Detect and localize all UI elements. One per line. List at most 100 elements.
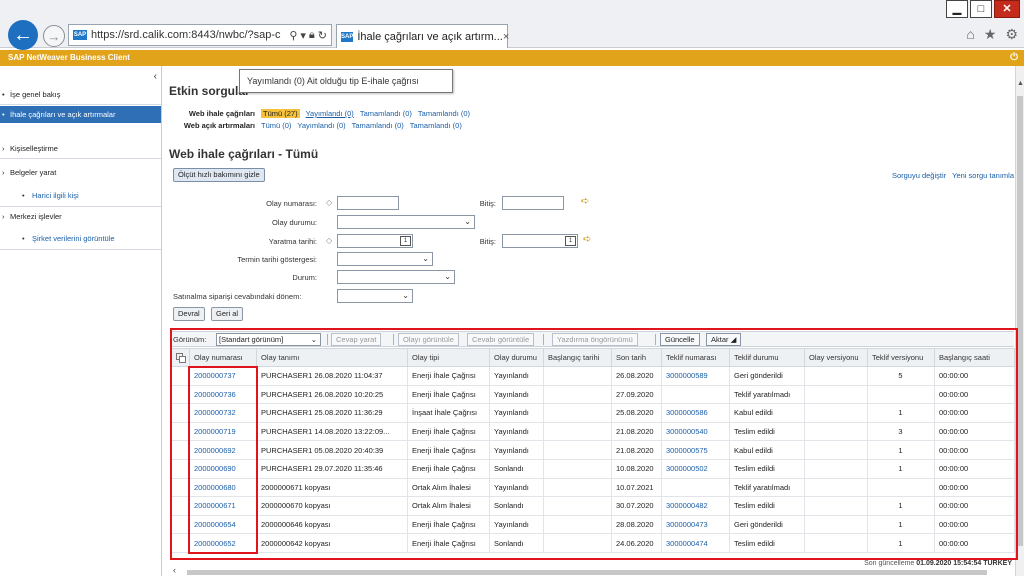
olay-numarasi-link[interactable]: 2000000736 [189,384,257,405]
table-row[interactable]: 2000000690 PURCHASER1 29.07.2020 11:35:4… [171,458,1015,479]
row-selector[interactable] [171,403,190,423]
sidebar-item-merkezi-islevler[interactable]: › Merkezi işlevler [0,212,161,221]
query-link-tumu[interactable]: Tümü (0) [261,121,291,130]
query-link-tamamlandi[interactable]: Tamamlandı (0) [352,121,404,130]
satinalma-donem-select[interactable]: ⌄ [337,289,413,303]
olayi-goruntule-button[interactable]: Olayı görüntüle [398,333,459,346]
tab-close-icon[interactable]: × [503,31,514,43]
table-row[interactable]: 2000000692 PURCHASER1 05.08.2020 20:40:3… [171,440,1015,460]
olay-numarasi-link[interactable]: 2000000690 [189,458,257,479]
hide-criteria-button[interactable]: Ölçüt hızlı bakımını gizle [173,168,265,182]
olay-numarasi-input[interactable] [337,196,399,210]
olay-numarasi-link[interactable]: 2000000737 [189,366,257,386]
teklif-numarasi-link[interactable]: 3000000589 [661,366,730,386]
guncelle-button[interactable]: Güncelle [660,333,700,346]
termin-tarihi-select[interactable]: ⌄ [337,252,433,266]
row-selector[interactable] [171,496,190,516]
row-selector[interactable] [171,458,190,479]
column-header-olay-numarasi[interactable]: Olay numarası [189,348,257,367]
address-bar[interactable]: SAP https://srd.calik.com:8443/nwbc/?sap… [68,24,332,46]
query-link-tumu[interactable]: Tümü (27) [261,109,300,118]
gear-icon[interactable]: ⚙ [1005,26,1018,43]
vertical-scrollbar[interactable]: ▲ [1015,66,1024,576]
geri-al-button[interactable]: Geri al [211,307,244,321]
sidebar-item-sirket-verileri[interactable]: • Şirket verilerini görüntüle [0,234,161,243]
row-selector[interactable] [171,421,190,442]
olay-numarasi-link[interactable]: 2000000671 [189,496,257,516]
sidebar-item-ihale-cagrilari[interactable]: • İhale çağrıları ve açık artırmalar [0,106,161,123]
row-selector[interactable] [171,533,190,553]
table-row[interactable]: 2000000652 2000000642 kopyası Enerji İha… [171,533,1015,553]
close-icon[interactable]: ✕ [994,0,1020,18]
select-option-icon[interactable]: ◇ [326,198,332,207]
olay-numarasi-link[interactable]: 2000000652 [189,533,257,553]
browser-tab[interactable]: SAP İhale çağrıları ve açık artırm... × [336,24,509,48]
scrollbar-thumb[interactable] [1017,96,1023,546]
table-row[interactable]: 2000000680 2000000671 kopyası Ortak Alım… [171,477,1015,498]
table-row[interactable]: 2000000736 PURCHASER1 26.08.2020 10:20:2… [171,384,1015,405]
refresh-icon[interactable]: ↻ [318,29,327,42]
row-selector[interactable] [171,514,190,535]
row-selector[interactable] [171,366,190,386]
query-link-tamamlandi-2[interactable]: Tamamlandı (0) [418,109,470,118]
column-header-son-tarih[interactable]: Son tarih [611,348,662,367]
yazdirma-ongorunumu-button[interactable]: Yazdırma öngörünümü [552,333,638,346]
olay-durumu-select[interactable]: ⌄ [337,215,475,229]
select-option-icon[interactable]: ◇ [326,236,332,245]
column-header-teklif-numarasi[interactable]: Teklif numarası [661,348,730,367]
sidebar-item-kisisellestirme[interactable]: › Kişiselleştirme [0,144,161,153]
scroll-up-icon[interactable]: ▲ [1016,80,1024,87]
sidebar-item-belgeler-yarat[interactable]: › Belgeler yarat [0,168,161,177]
teklif-numarasi-link[interactable]: 3000000474 [661,533,730,553]
sidebar-item-ise-genel-bakis[interactable]: • İşe genel bakış [0,90,161,99]
row-selector[interactable] [171,440,190,460]
cevap-yarat-button[interactable]: Cevap yarat [331,333,382,346]
column-header-teklif-durumu[interactable]: Teklif durumu [729,348,805,367]
scrollbar-thumb[interactable] [187,570,987,575]
teklif-numarasi-link[interactable]: 3000000473 [661,514,730,535]
teklif-numarasi-link[interactable]: 3000000586 [661,403,730,423]
column-header-baslangic-saati[interactable]: Başlangıç saati [934,348,1015,367]
column-header-teklif-versiyonu[interactable]: Teklif versiyonu [867,348,935,367]
row-selector[interactable] [171,477,190,498]
star-icon[interactable]: ★ [984,26,997,43]
column-header-olay-tipi[interactable]: Olay tipi [407,348,490,367]
minimize-icon[interactable]: ▁ [946,0,968,18]
sidebar-item-harici-ilgili-kisi[interactable]: • Harici ilgili kişi [0,191,161,200]
teklif-numarasi-link[interactable]: 3000000575 [661,440,730,460]
yaratma-tarihi-bitis-input[interactable]: 1 [502,234,578,248]
dropdown-icon[interactable]: ▾ [300,29,306,42]
aktar-button[interactable]: Aktar ◢ [706,333,742,346]
teklif-numarasi-link[interactable]: 3000000502 [661,458,730,479]
column-header-olay-tanimi[interactable]: Olay tanımı [256,348,408,367]
query-link-yayimlandi[interactable]: Yayımlandı (0) [297,121,345,130]
home-icon[interactable]: ⌂ [966,26,974,43]
row-selector[interactable] [171,384,190,405]
column-header-olay-durumu[interactable]: Olay durumu [489,348,544,367]
durum-select[interactable]: ⌄ [337,270,455,284]
table-row[interactable]: 2000000654 2000000646 kopyası Enerji İha… [171,514,1015,535]
calendar-icon[interactable]: 1 [565,236,576,246]
query-link-tamamlandi-2[interactable]: Tamamlandı (0) [410,121,462,130]
cevabi-goruntule-button[interactable]: Cevabı görüntüle [467,333,535,346]
teklif-numarasi-link[interactable]: 3000000482 [661,496,730,516]
new-query-link[interactable]: Yeni sorgu tanımla [952,171,1014,180]
teklif-numarasi-link[interactable]: 3000000540 [661,421,730,442]
teklif-numarasi-link[interactable] [661,477,730,498]
query-link-tamamlandi[interactable]: Tamamlandı (0) [360,109,412,118]
olay-numarasi-bitis-input[interactable] [502,196,564,210]
table-row[interactable]: 2000000737 PURCHASER1 26.08.2020 11:04:3… [171,366,1015,386]
table-row[interactable]: 2000000732 PURCHASER1 25.08.2020 11:36:2… [171,403,1015,423]
search-icon[interactable]: ⚲ [289,29,297,42]
table-row[interactable]: 2000000671 2000000670 kopyası Ortak Alım… [171,496,1015,516]
column-header-olay-versiyonu[interactable]: Olay versiyonu [804,348,868,367]
olay-numarasi-link[interactable]: 2000000732 [189,403,257,423]
multiple-selection-icon[interactable]: ➪ [581,196,589,207]
back-arrow-icon[interactable]: ← [8,20,38,50]
olay-numarasi-link[interactable]: 2000000719 [189,421,257,442]
scroll-left-icon[interactable]: ‹ [173,565,176,575]
select-all-icon[interactable] [171,348,190,367]
horizontal-scrollbar[interactable]: ‹ [171,565,1014,576]
view-select[interactable]: [Standart görünüm] ⌄ [216,333,321,346]
maximize-icon[interactable]: □ [970,0,992,18]
